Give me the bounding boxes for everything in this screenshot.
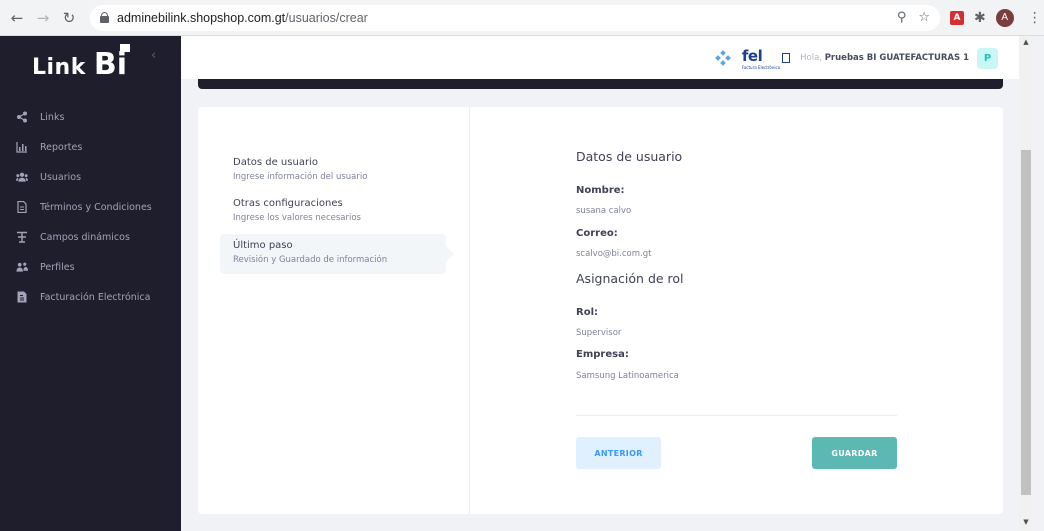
sidebar-item-label: Links: [40, 111, 65, 123]
diamond-dots-icon: [715, 50, 731, 66]
scrollbar-thumb[interactable]: [1021, 150, 1031, 495]
logo-text: Link: [32, 55, 86, 80]
fel-badge-icon: [782, 53, 791, 63]
sidebar-item-usuarios[interactable]: Usuarios: [0, 162, 181, 192]
sidebar-item-terminos[interactable]: Términos y Condiciones: [0, 192, 181, 222]
company-label: Empresa:: [576, 349, 629, 360]
forward-arrow-icon[interactable]: →: [32, 7, 54, 29]
extensions-puzzle-icon[interactable]: ✱: [974, 10, 986, 26]
wizard-step-user-data[interactable]: Datos de usuario Ingrese información del…: [220, 151, 446, 191]
reload-icon[interactable]: ↻: [58, 7, 80, 29]
sidebar-item-label: Campos dinámicos: [40, 231, 130, 243]
step-description: Ingrese los valores necesarios: [233, 213, 361, 223]
wizard-step-other-config[interactable]: Otras configuraciones Ingrese los valore…: [220, 192, 446, 232]
url-text[interactable]: adminebilink.shopshop.com.gt/usuarios/cr…: [117, 11, 368, 25]
address-bar[interactable]: adminebilink.shopshop.com.gt/usuarios/cr…: [90, 4, 940, 31]
profile-avatar[interactable]: A: [995, 8, 1014, 27]
name-value: susana calvo: [576, 206, 632, 216]
zoom-icon[interactable]: ⚲: [897, 10, 907, 25]
sidebar-item-label: Usuarios: [40, 171, 82, 183]
step-title: Último paso: [233, 240, 293, 251]
name-label: Nombre:: [576, 185, 625, 196]
save-button[interactable]: GUARDAR: [812, 437, 897, 469]
bookmark-star-icon[interactable]: ☆: [918, 10, 930, 25]
document-icon: [16, 201, 28, 213]
sidebar-item-label: Términos y Condiciones: [40, 201, 152, 213]
browser-toolbar: ← → ↻ adminebilink.shopshop.com.gt/usuar…: [0, 0, 1044, 36]
collapse-sidebar-icon[interactable]: ‹: [151, 48, 156, 63]
back-arrow-icon[interactable]: ←: [6, 7, 28, 29]
wizard-step-last[interactable]: Último paso Revisión y Guardado de infor…: [220, 234, 454, 274]
previous-button[interactable]: ANTERIOR: [576, 437, 661, 469]
browser-menu-icon[interactable]: ⋮: [1028, 10, 1042, 26]
sidebar-item-label: Facturación Electrónica: [40, 291, 151, 303]
invoice-icon: [16, 291, 28, 303]
sidebar-item-campos[interactable]: Campos dinámicos: [0, 222, 181, 252]
sidebar-item-label: Perfiles: [40, 261, 75, 273]
role-label: Rol:: [576, 307, 598, 318]
pdf-extension-icon[interactable]: A: [950, 10, 964, 25]
scroll-down-arrow-icon[interactable]: ▼: [1021, 518, 1031, 526]
profiles-icon: [16, 261, 28, 273]
brand-logo[interactable]: Link Bi: [32, 44, 131, 82]
sidebar-menu: Links Reportes Usuarios Términos y Condi…: [0, 102, 181, 312]
sidebar-item-label: Reportes: [40, 141, 83, 153]
logo-bi: Bi: [93, 44, 131, 82]
user-avatar[interactable]: P: [977, 47, 998, 69]
top-header: fel Factura Electrónica Hola, Pruebas BI…: [181, 36, 1019, 79]
fields-icon: [16, 231, 28, 243]
sidebar-item-reportes[interactable]: Reportes: [0, 132, 181, 162]
sidebar: Link Bi ‹ Links Reportes Usuarios Términ…: [0, 36, 181, 531]
sidebar-item-links[interactable]: Links: [0, 102, 181, 132]
company-value: Samsung Latinoamerica: [576, 371, 679, 381]
step-description: Revisión y Guardado de información: [233, 255, 388, 265]
review-divider: [576, 415, 897, 416]
user-greeting[interactable]: Hola, Pruebas BI GUATEFACTURAS 1: [800, 53, 969, 63]
fel-logo: fel Factura Electrónica: [741, 47, 781, 71]
sidebar-item-facturacion[interactable]: Facturación Electrónica: [0, 282, 181, 312]
review-section-user: Datos de usuario: [576, 149, 683, 164]
wizard-steps: Datos de usuario Ingrese información del…: [198, 107, 470, 514]
header-user-area: fel Factura Electrónica Hola, Pruebas BI…: [715, 46, 998, 71]
role-value: Supervisor: [576, 328, 622, 338]
email-label: Correo:: [576, 228, 618, 239]
review-section-role: Asignación de rol: [576, 271, 684, 286]
wizard-card: Datos de usuario Ingrese información del…: [198, 107, 1003, 514]
step-title: Otras configuraciones: [233, 198, 343, 209]
subheader-bar: [198, 79, 1003, 89]
step-title: Datos de usuario: [233, 157, 318, 168]
lock-icon[interactable]: [100, 12, 109, 23]
email-value: scalvo@bi.com.gt: [576, 249, 652, 259]
users-icon: [16, 171, 28, 183]
chart-icon: [16, 141, 28, 153]
share-icon: [16, 111, 28, 123]
sidebar-item-perfiles[interactable]: Perfiles: [0, 252, 181, 282]
step-description: Ingrese información del usuario: [233, 172, 368, 182]
scroll-up-arrow-icon[interactable]: ▲: [1021, 38, 1031, 46]
